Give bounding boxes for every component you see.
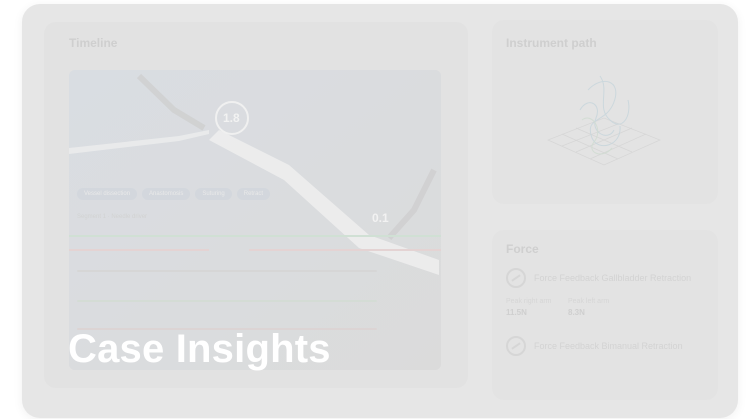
phase-chip[interactable]: Vessel dissection xyxy=(77,188,138,200)
surgical-video-frame[interactable]: Vessel dissection Anastomosis Suturing R… xyxy=(69,70,441,370)
force-marker-value: 0.1 xyxy=(372,211,389,225)
metric-right-arm: Peak right arm 11.5N xyxy=(506,298,552,317)
metric-caption: Peak left arm xyxy=(568,298,610,305)
force-row[interactable]: Force Feedback Bimanual Retraction xyxy=(506,336,683,356)
metric-value: 11.5N xyxy=(506,308,527,317)
force-marker-value: 1.8 xyxy=(223,111,240,125)
hero-title: Case Insights xyxy=(68,327,331,371)
phase-chip[interactable]: Retract xyxy=(236,188,271,200)
force-row[interactable]: Force Feedback Gallbladder Retraction xyxy=(506,268,691,288)
metric-left-arm: Peak left arm 8.3N xyxy=(568,298,609,317)
force-row-label: Force Feedback Gallbladder Retraction xyxy=(534,273,692,283)
timeline-track xyxy=(77,300,377,302)
no-entry-icon xyxy=(506,336,526,356)
track-label: Segment 1 · Needle driver xyxy=(77,214,148,220)
metric-value: 8.3N xyxy=(568,308,585,317)
force-panel: Force Force Feedback Gallbladder Retract… xyxy=(492,230,718,400)
metric-caption: Peak right arm xyxy=(506,298,552,305)
instrument-path-panel: Instrument path xyxy=(492,20,718,204)
timeline-track xyxy=(77,270,377,272)
instrument-path-plot xyxy=(547,75,661,166)
phase-chip[interactable]: Anastomosis xyxy=(142,188,191,200)
force-title: Force xyxy=(506,242,539,256)
phase-chip[interactable]: Suturing xyxy=(195,188,232,200)
force-row-label: Force Feedback Bimanual Retraction xyxy=(534,341,683,351)
case-insights-card[interactable]: Timeline Vessel dissection Anastomosis S… xyxy=(22,4,738,418)
phase-chips: Vessel dissection Anastomosis Suturing R… xyxy=(77,188,271,200)
no-entry-icon xyxy=(506,268,526,288)
timeline-title: Timeline xyxy=(69,36,118,50)
